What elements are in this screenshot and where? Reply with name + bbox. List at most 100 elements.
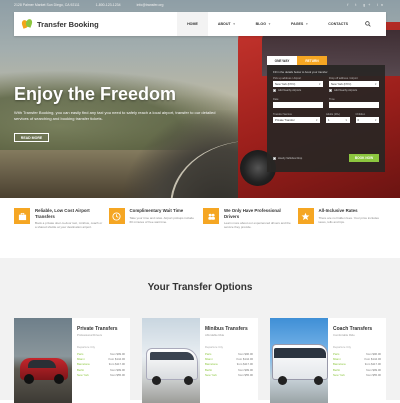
pickup-select[interactable]: New York (NYC) ▼ (273, 81, 323, 87)
price: from $117.00 (364, 362, 381, 367)
nav-item-label: CONTACTS (328, 22, 348, 26)
feature-title: We Only Have Professional Drivers (224, 208, 281, 219)
city-link[interactable]: Miami (333, 357, 340, 361)
card-title[interactable]: Minibus Transfers (205, 326, 253, 332)
price-row: New York from $55.00 (77, 373, 125, 378)
transfer-options-section: Your Transfer Options Private Transfers … (0, 258, 400, 403)
pickup-nearby-checkbox[interactable]: Add Nearby Airports (273, 87, 323, 93)
date-input[interactable] (273, 102, 323, 108)
white-minibus-image[interactable] (142, 318, 200, 403)
booking-tabs: ONE WAY RETURN (267, 56, 385, 65)
logo-icon (20, 18, 34, 29)
pickup-value: New York (NYC) (275, 82, 296, 86)
transfer-cards: Private Transfers Professional Drivers D… (14, 318, 386, 403)
feature-item: Reliable, Low Cost Airport Transfers Boo… (14, 208, 103, 248)
city-link[interactable]: Berlin (77, 368, 84, 372)
price: from $144.00 (236, 357, 253, 362)
city-link[interactable]: New York (333, 373, 345, 377)
card-title[interactable]: Private Transfers (77, 326, 125, 332)
price: from $99.00 (110, 351, 125, 356)
tab-return[interactable]: RETURN (297, 56, 327, 65)
dropoff-nearby-checkbox[interactable]: Add Nearby Airports (329, 87, 379, 93)
city-link[interactable]: New York (77, 373, 89, 377)
price: from $55.00 (110, 373, 125, 378)
booking-bottom-row: Hourly Vehicles Drop BOOK NOW (273, 154, 379, 162)
checkbox-label: Hourly Vehicles Drop (278, 156, 303, 160)
price: from $96.00 (238, 351, 253, 356)
shuttle-checkbox[interactable]: Hourly Vehicles Drop (273, 155, 349, 161)
chevron-down-icon: ▼ (345, 118, 348, 122)
adults-select[interactable]: 1 ▼ (326, 117, 350, 123)
social-icons[interactable]: f t g+ in (347, 3, 386, 7)
booking-row-datetime: Date Time (273, 98, 379, 108)
white-coach-image[interactable] (270, 318, 328, 403)
booking-note: Fill in the details below to book your t… (273, 70, 328, 74)
checkbox-box (273, 88, 276, 92)
hero-title: Enjoy the Freedom (14, 84, 177, 104)
nav-item-blog[interactable]: BLOG ▼ (246, 12, 281, 36)
red-car-image[interactable] (14, 318, 72, 403)
card-title[interactable]: Coach Transfers (333, 326, 381, 332)
logo-text: Transfer Booking (37, 19, 99, 29)
chevron-down-icon: ▼ (268, 22, 271, 26)
city-link[interactable]: New York (205, 373, 217, 377)
transfer-card-coach[interactable]: Coach Transfers Comfortable Ride Departu… (270, 318, 386, 403)
price-row: New York from $55.00 (205, 373, 253, 378)
transfer-select[interactable]: Private Transfer ▼ (273, 117, 320, 123)
dropoff-value: New York (NYC) (331, 82, 352, 86)
chevron-down-icon: ▼ (305, 22, 309, 26)
card-subtitle: Affordable Ride (205, 333, 225, 337)
chevron-down-icon: ▼ (374, 118, 377, 122)
search-icon[interactable] (358, 21, 378, 27)
city-link[interactable]: Barcelona (333, 362, 346, 366)
main-navbar: Transfer Booking HOME ABOUT ▼ BLOG ▼ PAG… (14, 12, 386, 36)
feature-title: Reliable, Low Cost Airport Transfers (35, 208, 90, 219)
departure-label: Departure City (77, 345, 96, 349)
people-icon (203, 208, 219, 224)
city-link[interactable]: Paris (333, 352, 339, 356)
read-more-button[interactable]: READ MORE (14, 133, 49, 142)
feature-item: We Only Have Professional Drivers Learn … (203, 208, 292, 248)
transfer-card-private[interactable]: Private Transfers Professional Drivers D… (14, 318, 130, 403)
feature-text: Learn more about our experienced drivers… (224, 221, 291, 230)
topbar-email[interactable]: info@transfer.org (137, 3, 164, 7)
city-link[interactable]: Miami (205, 357, 212, 361)
chevron-down-icon: ▼ (374, 82, 377, 86)
book-now-button[interactable]: BOOK NOW (349, 154, 379, 162)
logo[interactable]: Transfer Booking (20, 18, 99, 29)
tab-one-way[interactable]: ONE WAY (267, 56, 297, 65)
feature-text: There are no hidden fees. Your price inc… (318, 215, 379, 224)
nav-item-home[interactable]: HOME (177, 12, 208, 36)
transfer-card-minibus[interactable]: Minibus Transfers Affordable Ride Depart… (142, 318, 258, 403)
nav-item-about[interactable]: ABOUT ▼ (208, 12, 246, 36)
price: from $144.00 (364, 357, 381, 362)
features-row: Reliable, Low Cost Airport Transfers Boo… (14, 208, 386, 248)
top-bar: 2128 Palmer Market Sun Diego, CA 92111 1… (0, 0, 400, 10)
hero-subtitle: With Transfer Booking, you can easily fi… (14, 110, 216, 121)
nav-item-contacts[interactable]: CONTACTS (318, 12, 358, 36)
city-link[interactable]: Barcelona (205, 362, 218, 366)
city-link[interactable]: Paris (77, 352, 83, 356)
price: from $99.00 (366, 367, 381, 372)
city-link[interactable]: Berlin (205, 368, 212, 372)
time-input[interactable] (329, 102, 379, 108)
city-link[interactable]: Berlin (333, 368, 340, 372)
price: from $55.00 (238, 373, 253, 378)
transfer-value: Private Transfer (275, 118, 295, 122)
price: from $55.00 (366, 373, 381, 378)
topbar-phone[interactable]: 1-800-123-1234 (96, 3, 121, 7)
dropoff-select[interactable]: New York (NYC) ▼ (329, 81, 379, 87)
departure-label: Departure City (205, 345, 224, 349)
city-link[interactable]: Miami (77, 357, 84, 361)
city-link[interactable]: Barcelona (77, 362, 90, 366)
chevron-down-icon: ▼ (315, 118, 318, 122)
price: from $117.00 (236, 362, 253, 367)
checkbox-box (273, 156, 276, 160)
feature-title: All-Inclusive Rates (318, 208, 358, 213)
city-link[interactable]: Paris (205, 352, 211, 356)
booking-body: Fill in the details below to book your t… (267, 65, 385, 172)
nav-item-pages[interactable]: PAGES ▼ (281, 12, 318, 36)
nav-menu: HOME ABOUT ▼ BLOG ▼ PAGES ▼ CONTACTS (177, 12, 358, 36)
children-select[interactable]: 0 ▼ (355, 117, 379, 123)
price: from $99.00 (238, 367, 253, 372)
